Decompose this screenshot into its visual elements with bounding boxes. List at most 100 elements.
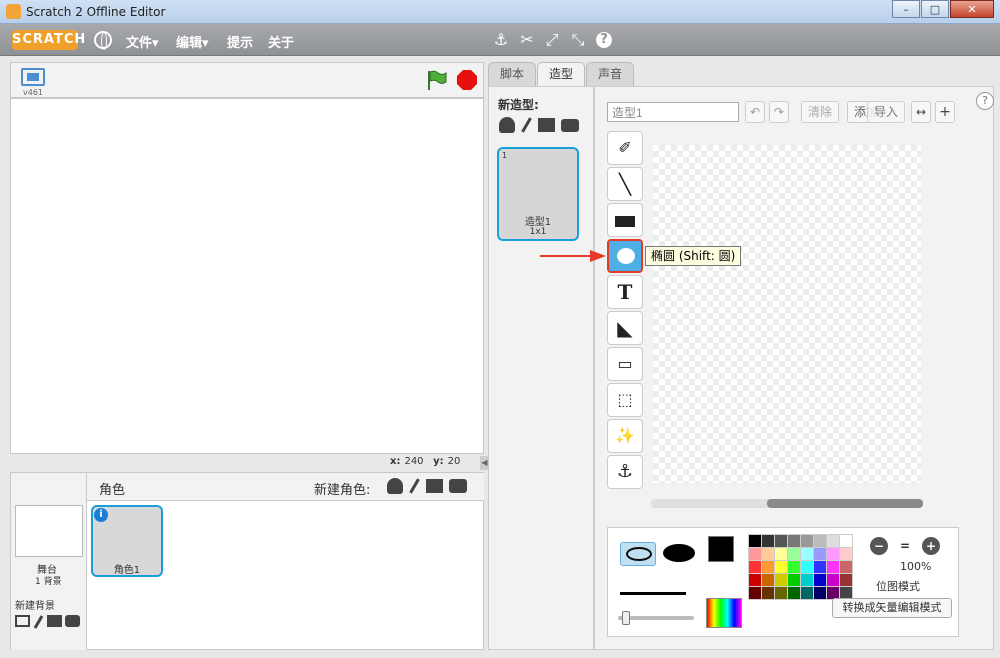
- paint-costume-icon[interactable]: [521, 117, 532, 133]
- color-swatch[interactable]: [800, 547, 814, 561]
- primary-color-swatch[interactable]: [708, 536, 734, 562]
- line-width-slider[interactable]: [618, 611, 694, 625]
- color-swatch[interactable]: [839, 573, 853, 587]
- color-swatch[interactable]: [787, 560, 801, 574]
- color-swatch[interactable]: [748, 560, 762, 574]
- select-tool-icon[interactable]: ⬚: [607, 383, 643, 417]
- paint-canvas[interactable]: [653, 145, 921, 483]
- menu-file[interactable]: 文件▾: [126, 32, 159, 51]
- color-swatch[interactable]: [839, 560, 853, 574]
- color-swatch[interactable]: [748, 534, 762, 548]
- tab-sounds[interactable]: 声音: [586, 62, 634, 86]
- side-help-icon[interactable]: ?: [976, 92, 994, 110]
- undo-icon[interactable]: ↶: [745, 101, 765, 123]
- color-swatch[interactable]: [813, 534, 827, 548]
- convert-to-vector-button[interactable]: 转换成矢量编辑模式: [832, 598, 952, 618]
- delete-scissors-icon[interactable]: ✂: [517, 30, 537, 50]
- menu-tips[interactable]: 提示: [227, 32, 253, 51]
- menu-edit[interactable]: 编辑▾: [176, 32, 209, 51]
- upload-sprite-icon[interactable]: [426, 479, 443, 493]
- costume-name-input[interactable]: [607, 102, 739, 122]
- ellipse-tool-icon[interactable]: [607, 239, 643, 273]
- costume-library-icon[interactable]: [499, 117, 515, 133]
- brush-tool-icon[interactable]: ✐: [607, 131, 643, 165]
- remove-background-icon[interactable]: ✨: [607, 419, 643, 453]
- minimize-button[interactable]: –: [892, 0, 920, 18]
- shrink-icon[interactable]: ⤡: [568, 30, 588, 50]
- color-swatch[interactable]: [748, 573, 762, 587]
- zoom-out-button[interactable]: −: [870, 537, 888, 555]
- sprite-library-icon[interactable]: [387, 478, 403, 494]
- color-swatch[interactable]: [761, 573, 775, 587]
- import-button[interactable]: 导入: [867, 101, 905, 123]
- color-swatch[interactable]: [826, 573, 840, 587]
- color-swatch[interactable]: [813, 560, 827, 574]
- line-tool-icon[interactable]: ╲: [607, 167, 643, 201]
- camera-costume-icon[interactable]: [561, 118, 579, 132]
- color-swatch[interactable]: [787, 586, 801, 600]
- color-swatch[interactable]: [774, 534, 788, 548]
- presentation-mode-icon[interactable]: [21, 68, 45, 86]
- color-swatch[interactable]: [813, 547, 827, 561]
- sprite-thumbnail[interactable]: i 角色1: [91, 505, 163, 577]
- eraser-icon[interactable]: ▭: [607, 347, 643, 381]
- color-swatch[interactable]: [813, 586, 827, 600]
- upload-costume-icon[interactable]: [538, 118, 555, 132]
- help-icon[interactable]: ?: [596, 32, 612, 48]
- color-swatch[interactable]: [813, 573, 827, 587]
- scratch-logo[interactable]: SCRATCH: [12, 30, 85, 50]
- color-swatch[interactable]: [826, 534, 840, 548]
- color-picker-spectrum[interactable]: [706, 598, 742, 628]
- color-swatch[interactable]: [761, 560, 775, 574]
- outline-shape-option[interactable]: [620, 542, 656, 566]
- color-swatch[interactable]: [800, 573, 814, 587]
- tab-scripts[interactable]: 脚本: [488, 62, 536, 86]
- color-swatch[interactable]: [787, 547, 801, 561]
- color-swatch[interactable]: [839, 547, 853, 561]
- color-swatch[interactable]: [787, 573, 801, 587]
- color-swatch[interactable]: [774, 560, 788, 574]
- info-icon[interactable]: i: [94, 508, 108, 522]
- color-swatch[interactable]: [774, 573, 788, 587]
- color-swatch[interactable]: [839, 534, 853, 548]
- stage-canvas[interactable]: [10, 98, 484, 454]
- grow-icon[interactable]: ⤢: [542, 30, 562, 50]
- camera-backdrop-icon[interactable]: [65, 615, 80, 627]
- paint-backdrop-icon[interactable]: [33, 615, 44, 629]
- tab-costumes[interactable]: 造型: [537, 62, 585, 87]
- set-center-icon[interactable]: +: [935, 101, 955, 123]
- zoom-in-button[interactable]: +: [922, 537, 940, 555]
- color-swatch[interactable]: [774, 547, 788, 561]
- green-flag-icon[interactable]: [425, 69, 447, 91]
- color-swatch[interactable]: [826, 547, 840, 561]
- color-swatch[interactable]: [800, 534, 814, 548]
- color-palette[interactable]: [748, 534, 858, 634]
- maximize-button[interactable]: □: [921, 0, 949, 18]
- zoom-reset-button[interactable]: =: [896, 537, 914, 555]
- text-tool-icon[interactable]: T: [607, 275, 643, 309]
- color-swatch[interactable]: [774, 586, 788, 600]
- language-globe-icon[interactable]: [94, 31, 112, 50]
- backdrop-library-icon[interactable]: [15, 615, 30, 627]
- color-swatch[interactable]: [800, 586, 814, 600]
- filled-shape-option[interactable]: [663, 544, 695, 562]
- color-swatch[interactable]: [761, 586, 775, 600]
- close-button[interactable]: ✕: [950, 0, 994, 18]
- fill-bucket-icon[interactable]: ◣: [607, 311, 643, 345]
- upload-backdrop-icon[interactable]: [47, 615, 62, 627]
- color-swatch[interactable]: [761, 534, 775, 548]
- color-swatch[interactable]: [787, 534, 801, 548]
- color-swatch[interactable]: [748, 547, 762, 561]
- costume-thumbnail[interactable]: 1 造型1 1x1: [497, 147, 579, 241]
- menu-about[interactable]: 关于: [268, 32, 294, 51]
- flip-horizontal-icon[interactable]: ↔: [911, 101, 931, 123]
- clear-button[interactable]: 清除: [801, 101, 839, 123]
- horizontal-scrollbar[interactable]: [651, 499, 923, 508]
- duplicate-stamp-icon[interactable]: ⚓: [491, 30, 511, 50]
- color-swatch[interactable]: [761, 547, 775, 561]
- camera-sprite-icon[interactable]: [449, 479, 467, 493]
- color-swatch[interactable]: [826, 560, 840, 574]
- color-swatch[interactable]: [748, 586, 762, 600]
- stop-sign-icon[interactable]: [457, 70, 477, 90]
- stage-thumbnail[interactable]: [15, 505, 83, 557]
